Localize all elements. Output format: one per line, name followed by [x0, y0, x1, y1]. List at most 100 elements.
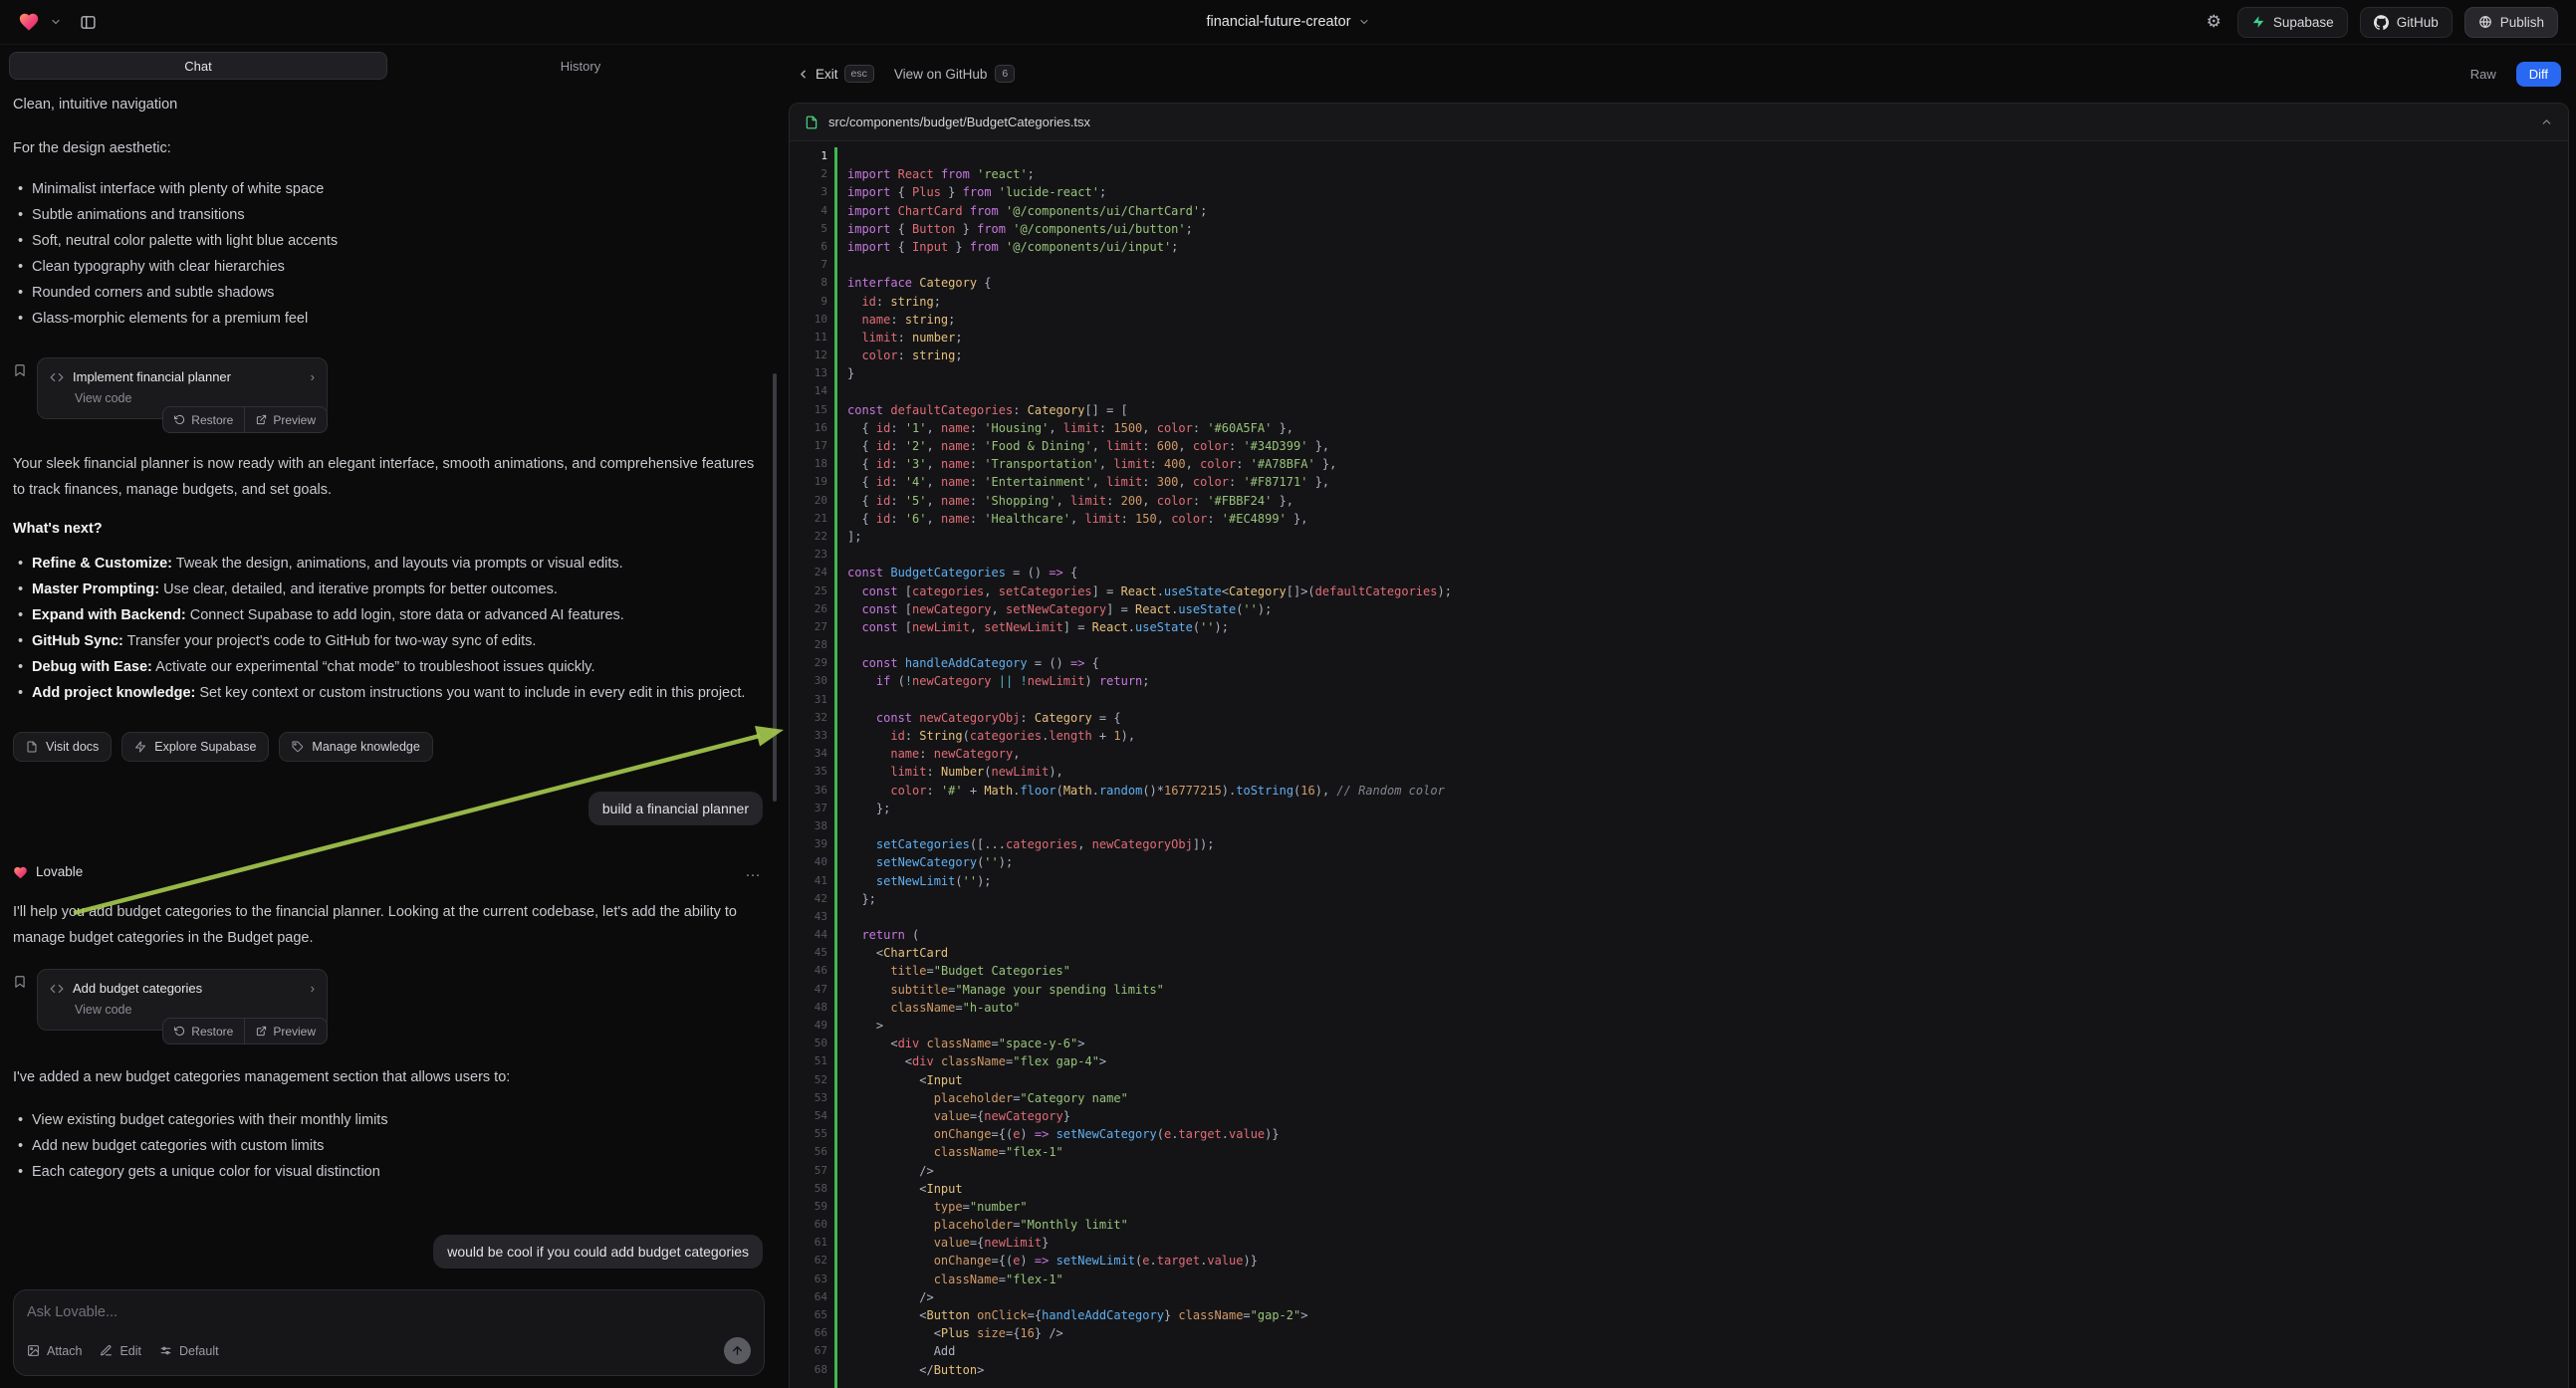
code-line: <Plus size={16} /> — [847, 1324, 2568, 1342]
chat-panel: Chat History Clean, intuitive navigation… — [0, 45, 779, 1388]
code-line — [847, 147, 2568, 165]
code-line: setNewCategory(''); — [847, 853, 2568, 871]
view-on-github-link[interactable]: View on GitHub 6 — [894, 65, 1015, 83]
code-line — [847, 256, 2568, 274]
settings-gear-icon[interactable]: ⚙ — [2207, 12, 2222, 32]
whats-next-heading: What's next? — [13, 516, 763, 542]
line-number: 53 — [790, 1089, 827, 1107]
lovable-heart-icon — [13, 865, 28, 880]
chevron-left-icon — [797, 68, 810, 81]
design-aesthetic-heading: For the design aesthetic: — [13, 135, 763, 161]
code-icon — [50, 370, 64, 384]
line-number: 67 — [790, 1342, 827, 1360]
code-line: import { Input } from '@/components/ui/i… — [847, 238, 2568, 256]
chat-input[interactable] — [27, 1304, 751, 1320]
publish-button[interactable]: Publish — [2464, 7, 2558, 38]
code-line: { id: '4', name: 'Entertainment', limit:… — [847, 473, 2568, 491]
project-switcher[interactable]: financial-future-creator — [1206, 14, 1369, 30]
chat-messages: Clean, intuitive navigation For the desi… — [0, 84, 779, 1279]
edit-mode-button[interactable]: Edit — [100, 1344, 141, 1358]
model-default-button[interactable]: Default — [159, 1344, 219, 1358]
file-header[interactable]: src/components/budget/BudgetCategories.t… — [790, 104, 2568, 141]
list-item: Glass-morphic elements for a premium fee… — [13, 306, 763, 332]
line-number: 54 — [790, 1107, 827, 1125]
code-line — [847, 817, 2568, 835]
line-number: 65 — [790, 1306, 827, 1324]
panel-toggle-icon[interactable] — [80, 14, 97, 31]
line-number: 8 — [790, 274, 827, 292]
restore-preview-toolbar: Restore Preview — [162, 406, 328, 433]
supabase-button[interactable]: Supabase — [2237, 7, 2348, 38]
line-number: 20 — [790, 492, 827, 510]
line-number: 18 — [790, 455, 827, 473]
list-item: Subtle animations and transitions — [13, 202, 763, 228]
code-line: /> — [847, 1162, 2568, 1180]
explore-supabase-button[interactable]: Explore Supabase — [121, 732, 269, 762]
bookmark-icon — [13, 357, 27, 419]
preview-button[interactable]: Preview — [244, 407, 327, 432]
preview-icon — [256, 414, 267, 425]
code-line — [847, 546, 2568, 564]
doc-icon — [26, 741, 38, 753]
view-code-link[interactable]: View code — [75, 390, 315, 406]
line-number: 41 — [790, 872, 827, 890]
attach-button[interactable]: Attach — [27, 1344, 82, 1358]
restore-preview-toolbar: Restore Preview — [162, 1018, 328, 1044]
chevron-right-icon: › — [311, 368, 315, 386]
code-line: subtitle="Manage your spending limits" — [847, 981, 2568, 999]
code-line: className="flex-1" — [847, 1271, 2568, 1288]
chat-scrollbar[interactable] — [773, 373, 777, 802]
code-line: placeholder="Category name" — [847, 1089, 2568, 1107]
globe-icon — [2478, 15, 2492, 29]
line-number: 13 — [790, 364, 827, 382]
line-number: 39 — [790, 835, 827, 853]
project-chevron-icon — [1358, 16, 1370, 28]
line-number: 46 — [790, 962, 827, 980]
view-code-link[interactable]: View code — [75, 1002, 315, 1018]
user-message: would be cool if you could add budget ca… — [433, 1235, 763, 1269]
code-topbar: Exit esc View on GitHub 6 Raw Diff — [789, 45, 2569, 103]
line-number: 30 — [790, 672, 827, 690]
view-on-github-label: View on GitHub — [894, 67, 988, 82]
line-number: 12 — [790, 347, 827, 364]
line-number: 29 — [790, 654, 827, 672]
restore-button[interactable]: Restore — [163, 1019, 244, 1043]
list-item: Minimalist interface with plenty of whit… — [13, 176, 763, 202]
added-bullet-list: View existing budget categories with the… — [13, 1107, 763, 1185]
lovable-logo[interactable] — [18, 11, 40, 33]
github-button[interactable]: GitHub — [2360, 7, 2453, 38]
code-line: ]; — [847, 528, 2568, 546]
code-line — [847, 908, 2568, 926]
list-item: Add project knowledge: Set key context o… — [13, 680, 763, 706]
line-number: 23 — [790, 546, 827, 564]
collapse-file-button[interactable] — [2540, 116, 2553, 128]
line-number: 40 — [790, 853, 827, 871]
code-line: import { Button } from '@/components/ui/… — [847, 220, 2568, 238]
visit-docs-button[interactable]: Visit docs — [13, 732, 112, 762]
line-number: 7 — [790, 256, 827, 274]
send-icon — [731, 1344, 744, 1357]
manage-knowledge-button[interactable]: Manage knowledge — [279, 732, 432, 762]
attach-label: Attach — [47, 1344, 82, 1358]
exit-button[interactable]: Exit esc — [797, 65, 874, 83]
line-number: 21 — [790, 510, 827, 528]
tab-chat[interactable]: Chat — [9, 52, 387, 80]
code-line: <div className="space-y-6"> — [847, 1035, 2568, 1052]
preview-button[interactable]: Preview — [244, 1019, 327, 1043]
raw-toggle-button[interactable]: Raw — [2459, 62, 2508, 87]
list-item: View existing budget categories with the… — [13, 1107, 763, 1133]
github-label: GitHub — [2397, 15, 2439, 30]
restore-button[interactable]: Restore — [163, 407, 244, 432]
code-body[interactable]: 1234567891011121314151617181920212223242… — [790, 141, 2568, 1388]
line-number: 17 — [790, 437, 827, 455]
workspace-chevron-icon[interactable] — [50, 16, 62, 28]
line-number: 49 — [790, 1017, 827, 1035]
github-count-badge: 6 — [995, 65, 1015, 83]
message-options-button[interactable]: … — [745, 859, 763, 885]
send-button[interactable] — [724, 1337, 751, 1364]
code-line: name: newCategory, — [847, 745, 2568, 763]
diff-toggle-button[interactable]: Diff — [2516, 62, 2561, 87]
visit-docs-label: Visit docs — [46, 740, 99, 754]
tab-history[interactable]: History — [391, 52, 770, 80]
code-line: const handleAddCategory = () => { — [847, 654, 2568, 672]
